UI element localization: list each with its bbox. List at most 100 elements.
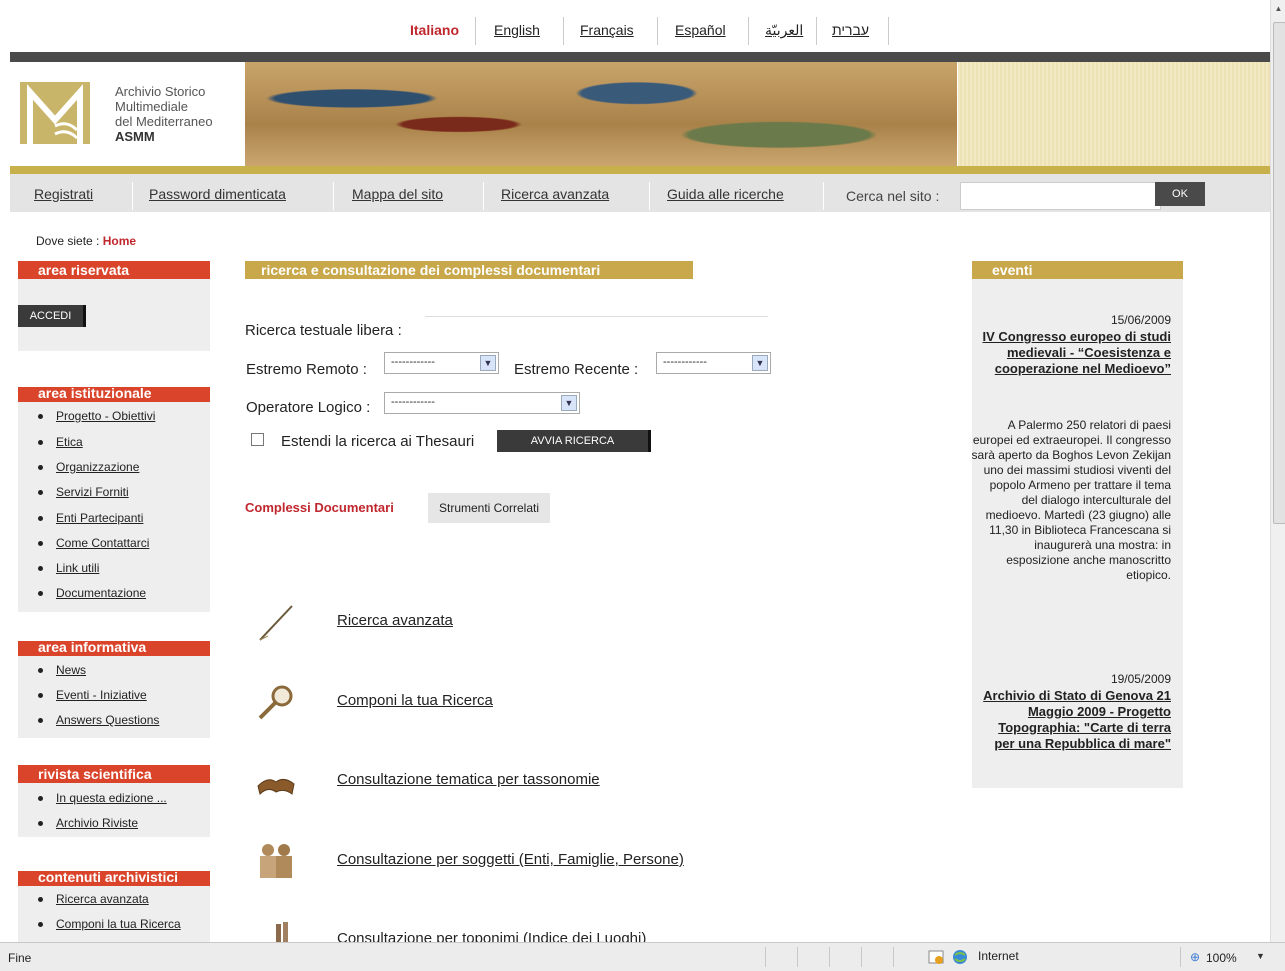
nav-guida-alle-ricerche[interactable]: Guida alle ricerche (667, 186, 784, 202)
option-componi-ricerca[interactable]: Componi la tua Ricerca (337, 692, 493, 709)
chevron-down-icon[interactable]: ▼ (1256, 951, 1265, 961)
logo-text: Archivio Storico Multimediale del Medite… (115, 84, 213, 144)
link-archivio-riviste[interactable]: Archivio Riviste (56, 816, 138, 830)
option-consultazione-tassonomie[interactable]: Consultazione tematica per tassonomie (337, 771, 600, 788)
event-title-link[interactable]: IV Congresso europeo di studi medievali … (981, 329, 1171, 377)
divider (132, 182, 133, 210)
panel-rivista-scientifica: rivista scientifica In questa edizione .… (18, 765, 210, 837)
link-progetto-obiettivi[interactable]: Progetto - Obiettivi (56, 409, 155, 423)
bullet-icon (38, 821, 43, 826)
lang-francais[interactable]: Français (580, 22, 634, 38)
security-warning-icon[interactable] (928, 949, 944, 965)
bullet-icon (38, 465, 43, 470)
link-enti-partecipanti[interactable]: Enti Partecipanti (56, 511, 143, 525)
breadcrumb: Dove siete : Home (36, 234, 136, 248)
panel-area-istituzionale: area istituzionale Progetto - Obiettivi … (18, 380, 210, 612)
option-consultazione-soggetti[interactable]: Consultazione per soggetti (Enti, Famigl… (337, 851, 684, 868)
scroll-up-icon[interactable]: ▲ (1273, 4, 1284, 18)
divider (563, 17, 564, 45)
panel-area-informativa: area informativa News Eventi - Iniziativ… (18, 634, 210, 738)
remote-select[interactable]: ------------ ▼ (384, 352, 499, 374)
bullet-icon (38, 897, 43, 902)
panel-title: area istituzionale (18, 380, 210, 402)
divider (657, 17, 658, 45)
scroll-thumb[interactable] (1273, 22, 1285, 524)
divider (748, 17, 749, 45)
bullet-icon (38, 541, 43, 546)
recent-select-value: ------------ (663, 356, 707, 368)
bullet-icon (38, 591, 43, 596)
map-banner-image (245, 62, 957, 166)
divider (765, 947, 766, 967)
main-nav: Registrati Password dimenticata Mappa de… (10, 174, 1270, 212)
tab-complessi-documentari[interactable]: Complessi Documentari (245, 500, 394, 515)
globe-icon (953, 950, 967, 964)
link-link-utili[interactable]: Link utili (56, 561, 99, 575)
bullet-icon (38, 516, 43, 521)
link-componi-ricerca[interactable]: Componi la tua Ricerca (56, 917, 181, 931)
divider (893, 947, 894, 967)
divider (823, 182, 824, 210)
site-search-ok-button[interactable]: OK (1155, 182, 1205, 206)
asmm-logo-icon[interactable] (20, 82, 90, 144)
nav-ricerca-avanzata[interactable]: Ricerca avanzata (501, 186, 609, 202)
events-title: eventi (972, 261, 1183, 279)
link-organizzazione[interactable]: Organizzazione (56, 460, 139, 474)
free-text-label: Ricerca testuale libera : (245, 322, 402, 339)
header-texture (958, 62, 1270, 166)
link-eventi-iniziative[interactable]: Eventi - Iniziative (56, 688, 147, 702)
event-date: 19/05/2009 (1110, 672, 1171, 686)
lang-hebrew[interactable]: עברית (832, 22, 869, 38)
panel-title: area informativa (18, 634, 210, 656)
divider (483, 182, 484, 210)
nav-password-dimenticata[interactable]: Password dimenticata (149, 186, 286, 202)
nav-registrati[interactable]: Registrati (34, 186, 93, 202)
option-ricerca-avanzata[interactable]: Ricerca avanzata (337, 612, 453, 629)
link-answers-questions[interactable]: Answers Questions (56, 713, 159, 727)
avvia-ricerca-button[interactable]: AVVIA RICERCA (497, 430, 651, 452)
tab-strumenti-correlati[interactable]: Strumenti Correlati (428, 493, 550, 523)
accedi-button[interactable]: ACCEDI (18, 305, 86, 327)
event-description: A Palermo 250 relatori di paesi europei … (971, 418, 1171, 582)
free-text-input[interactable] (425, 316, 768, 317)
places-icon (276, 922, 288, 942)
link-ricerca-avanzata[interactable]: Ricerca avanzata (56, 892, 149, 906)
thesauri-checkbox[interactable] (251, 433, 264, 446)
logic-select[interactable]: ------------ ▼ (384, 392, 580, 414)
bullet-icon (38, 796, 43, 801)
browser-status-bar: Fine Internet 100% ⊕ ▼ (0, 942, 1285, 971)
bullet-icon (38, 668, 43, 673)
logic-select-value: ------------ (391, 396, 435, 408)
main-heading: ricerca e consultazione dei complessi do… (245, 261, 693, 279)
lang-english[interactable]: English (494, 22, 540, 38)
event-title-link[interactable]: Archivio di Stato di Genova 21 Maggio 20… (981, 688, 1171, 752)
lang-espanol[interactable]: Español (675, 22, 726, 38)
people-icon (260, 844, 292, 878)
link-servizi-forniti[interactable]: Servizi Forniti (56, 485, 129, 499)
status-text: Fine (8, 951, 32, 965)
link-come-contattarci[interactable]: Come Contattarci (56, 536, 149, 550)
site-search-input[interactable] (960, 182, 1161, 210)
zoom-icon: ⊕ (1190, 950, 1201, 964)
link-documentazione[interactable]: Documentazione (56, 586, 146, 600)
divider (797, 947, 798, 967)
magnifier-icon (258, 685, 293, 720)
breadcrumb-home[interactable]: Home (103, 234, 136, 248)
remote-select-value: ------------ (391, 356, 435, 368)
link-in-questa-edizione[interactable]: In questa edizione ... (56, 791, 167, 805)
link-news[interactable]: News (56, 663, 86, 677)
bullet-icon (38, 566, 43, 571)
gold-bar (10, 166, 1270, 174)
lang-arabic[interactable]: العربيّة (765, 22, 803, 39)
recent-select[interactable]: ------------ ▼ (656, 352, 771, 374)
bullet-icon (38, 440, 43, 445)
security-zone: Internet (978, 949, 1019, 963)
zoom-level[interactable]: 100% (1206, 951, 1237, 965)
lang-italiano[interactable]: Italiano (410, 22, 459, 38)
logo-abbr: ASMM (115, 129, 155, 144)
open-book-icon (257, 778, 295, 795)
nav-mappa-del-sito[interactable]: Mappa del sito (352, 186, 443, 202)
link-etica[interactable]: Etica (56, 435, 83, 449)
logo-line-2: Multimediale (115, 99, 188, 114)
vertical-scrollbar[interactable]: ▲ (1270, 0, 1285, 942)
